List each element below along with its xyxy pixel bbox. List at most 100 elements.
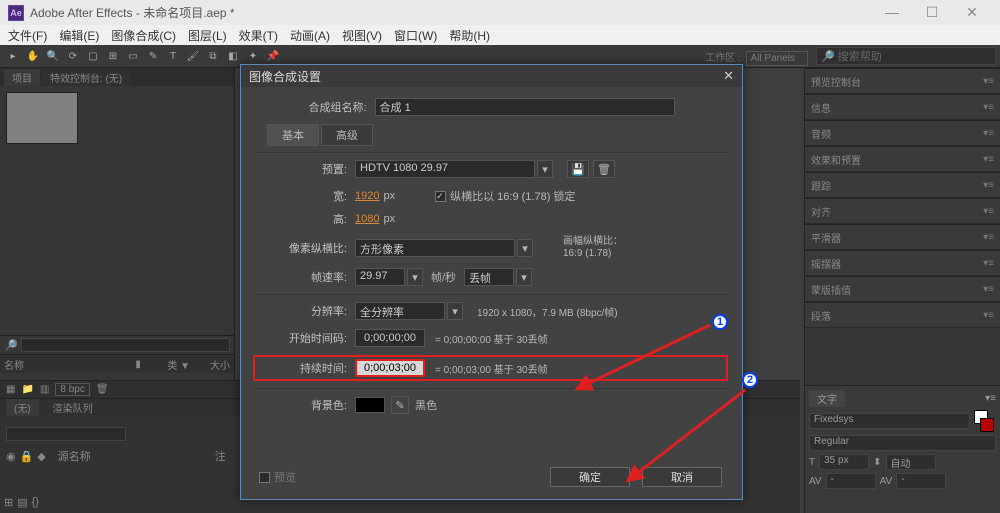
menu-file[interactable]: 文件(F)	[8, 27, 47, 44]
chevron-down-icon[interactable]: ▾	[516, 268, 532, 286]
clone-tool-icon[interactable]: ⧉	[204, 47, 222, 65]
source-name-header[interactable]: 源名称	[58, 448, 91, 464]
chevron-down-icon[interactable]: ▾	[537, 160, 553, 178]
composition-thumbnail[interactable]	[6, 92, 78, 144]
menu-effect[interactable]: 效果(T)	[239, 27, 278, 44]
font-style-select[interactable]: Regular	[809, 435, 996, 451]
col-label-icon[interactable]: ▮	[135, 359, 147, 370]
ok-button[interactable]: 确定	[550, 467, 630, 487]
col-type[interactable]: 类 ▼	[167, 357, 190, 372]
selection-tool-icon[interactable]: ▸	[4, 47, 22, 65]
eyedropper-button[interactable]: ✎	[391, 396, 409, 414]
dropframe-select[interactable]: 丢帧	[464, 268, 514, 286]
menu-view[interactable]: 视图(V)	[342, 27, 382, 44]
resolution-select[interactable]: 全分辨率	[355, 302, 445, 320]
zoom-tool-icon[interactable]: 🔍	[44, 47, 62, 65]
preset-select[interactable]: HDTV 1080 29.97	[355, 160, 535, 178]
interpret-icon[interactable]: ▦	[6, 384, 15, 395]
col-name[interactable]: 名称	[4, 357, 24, 372]
menu-composition[interactable]: 图像合成(C)	[111, 27, 176, 44]
leading-input[interactable]: 自动	[886, 454, 936, 470]
panel-menu-icon[interactable]: ▾≡	[983, 154, 994, 165]
panel-menu-icon[interactable]: ▾≡	[985, 393, 996, 404]
panel-preview[interactable]: 预览控制台	[811, 74, 861, 89]
text-tool-icon[interactable]: T	[164, 47, 182, 65]
panel-menu-icon[interactable]: ▾≡	[983, 310, 994, 321]
hand-tool-icon[interactable]: ✋	[24, 47, 42, 65]
panel-menu-icon[interactable]: ▾≡	[983, 206, 994, 217]
height-value[interactable]: 1080	[355, 213, 379, 225]
tab-character[interactable]: 文字	[809, 390, 845, 407]
panel-align[interactable]: 对齐	[811, 204, 831, 219]
save-preset-button[interactable]: 💾	[567, 160, 589, 178]
duration-input[interactable]	[355, 359, 425, 377]
search-help-input[interactable]: 🔎 搜索帮助	[816, 47, 996, 65]
comp-name-input[interactable]	[375, 98, 675, 116]
menu-window[interactable]: 窗口(W)	[394, 27, 437, 44]
pan-behind-tool-icon[interactable]: ⊞	[104, 47, 122, 65]
cancel-button[interactable]: 取消	[642, 467, 722, 487]
dialog-close-button[interactable]: ✕	[723, 68, 734, 84]
minimize-button[interactable]: —	[872, 4, 912, 21]
preview-checkbox[interactable]	[259, 472, 270, 483]
tab-effect-controls[interactable]: 特效控制台: (无)	[42, 69, 130, 86]
chevron-down-icon[interactable]: ▾	[517, 239, 533, 257]
toggle-brackets-icon[interactable]: {}	[32, 496, 39, 509]
close-button[interactable]: ✕	[952, 4, 992, 21]
roto-tool-icon[interactable]: ✦	[244, 47, 262, 65]
panel-maskinterp[interactable]: 蒙版插值	[811, 282, 851, 297]
chevron-down-icon[interactable]: ▾	[407, 268, 423, 286]
panel-tracker[interactable]: 跟踪	[811, 178, 831, 193]
menu-animation[interactable]: 动画(A)	[290, 27, 330, 44]
par-select[interactable]: 方形像素	[355, 239, 515, 257]
workspace-value[interactable]: All Panels	[746, 51, 808, 66]
lock-aspect-checkbox[interactable]	[435, 191, 446, 202]
camera-tool-icon[interactable]: ▢	[84, 47, 102, 65]
pen-tool-icon[interactable]: ✎	[144, 47, 162, 65]
panel-audio[interactable]: 音频	[811, 126, 831, 141]
av-icon[interactable]: ◉	[6, 450, 16, 463]
mask-tool-icon[interactable]: ▭	[124, 47, 142, 65]
timeline-search-input[interactable]	[6, 427, 126, 441]
panel-paragraph[interactable]: 段落	[811, 308, 831, 323]
font-family-select[interactable]: Fixedsys	[809, 413, 970, 429]
project-search-input[interactable]	[21, 338, 230, 352]
panel-menu-icon[interactable]: ▾≡	[983, 258, 994, 269]
panel-wiggler[interactable]: 摇摆器	[811, 256, 841, 271]
eraser-tool-icon[interactable]: ◧	[224, 47, 242, 65]
panel-menu-icon[interactable]: ▾≡	[983, 102, 994, 113]
maximize-button[interactable]: ☐	[912, 4, 952, 21]
tab-project[interactable]: 项目	[4, 69, 40, 86]
font-size-input[interactable]: 35 px	[819, 454, 869, 470]
panel-smoother[interactable]: 平滑器	[811, 230, 841, 245]
puppet-tool-icon[interactable]: 📌	[264, 47, 282, 65]
trash-icon[interactable]: 🗑	[96, 384, 109, 395]
panel-menu-icon[interactable]: ▾≡	[983, 76, 994, 87]
panel-menu-icon[interactable]: ▾≡	[983, 232, 994, 243]
text-color-swatch[interactable]	[974, 410, 996, 432]
panel-menu-icon[interactable]: ▾≡	[983, 284, 994, 295]
delete-preset-button[interactable]: 🗑	[593, 160, 615, 178]
tab-basic[interactable]: 基本	[267, 124, 319, 146]
toggle-switches-icon[interactable]: ⊞	[4, 496, 13, 509]
bpc-button[interactable]: 8 bpc	[55, 383, 89, 396]
fps-input[interactable]: 29.97	[355, 268, 405, 286]
panel-info[interactable]: 信息	[811, 100, 831, 115]
comp-icon[interactable]: ▥	[40, 384, 49, 395]
kerning-input[interactable]: -	[826, 473, 876, 489]
menu-help[interactable]: 帮助(H)	[449, 27, 490, 44]
rotate-tool-icon[interactable]: ⟳	[64, 47, 82, 65]
panel-effects[interactable]: 效果和预置	[811, 152, 861, 167]
bgcolor-swatch[interactable]	[355, 397, 385, 413]
tab-none[interactable]: (无)	[6, 399, 39, 416]
chevron-down-icon[interactable]: ▾	[447, 302, 463, 320]
toggle-modes-icon[interactable]: ▤	[17, 496, 27, 509]
start-timecode-input[interactable]	[355, 329, 425, 347]
panel-menu-icon[interactable]: ▾≡	[983, 180, 994, 191]
tracking-input[interactable]: -	[896, 473, 946, 489]
label-icon[interactable]: ◆	[37, 450, 45, 463]
lock-icon[interactable]: 🔒	[20, 450, 34, 463]
comment-header[interactable]: 注	[215, 448, 226, 464]
panel-menu-icon[interactable]: ▾≡	[983, 128, 994, 139]
menu-layer[interactable]: 图层(L)	[188, 27, 227, 44]
